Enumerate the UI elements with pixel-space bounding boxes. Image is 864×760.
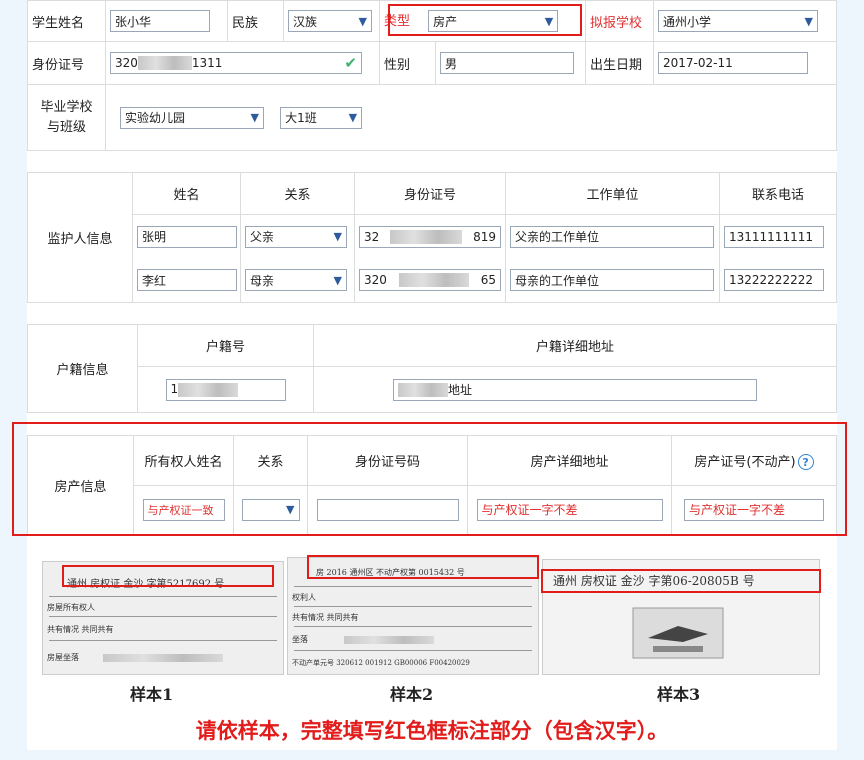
student-name-input[interactable]: 张小华	[110, 10, 210, 32]
form-frame: 学生姓名 张小华 民族 汉族 ▼ 类型 房产 ▼ 拟报学校 通州小学 ▼ 身份证号 3…	[27, 0, 837, 750]
guardian-phone-input[interactable]: 13222222222	[724, 269, 824, 292]
guardian-name-input[interactable]: 李红	[137, 269, 237, 292]
redacted-area	[137, 56, 192, 71]
property-highlight	[12, 422, 847, 536]
sample-2-label: 样本2	[390, 685, 434, 704]
sample-2-highlight	[307, 555, 539, 579]
sample-2-row-1: 权利人	[292, 593, 316, 602]
grad-label-line2: 与班级	[46, 119, 86, 135]
gender-label: 性别	[384, 57, 411, 73]
grad-label-line1: 毕业学校	[40, 99, 93, 115]
sample-1-label: 样本1	[130, 685, 174, 704]
guardian-id-input[interactable]: 320 65	[359, 269, 501, 292]
guardian-header-phone: 联系电话	[751, 188, 804, 203]
household-header-number: 户籍号	[205, 340, 245, 355]
samples-area: 通州 房权证 金沙 字第5217692 号 房屋所有权人 共有情况 共同共有 房…	[27, 555, 837, 750]
guardian-header-work: 工作单位	[586, 188, 639, 203]
sample-2-row-4: 不动产单元号 320612 001912 GB00006 F00420029	[292, 659, 470, 667]
instruction-text: 请依样本，完整填写红色框标注部分（包含汉字）。	[195, 718, 669, 743]
sample-1-row-1: 房屋所有权人	[47, 603, 95, 612]
guardian-table: 监护人信息 姓名 关系 身份证号 工作单位 联系电话 张明 父亲 ▼ 32 819 …	[27, 172, 837, 303]
guardian-header-relation: 关系	[284, 188, 311, 203]
name-label: 学生姓名	[27, 0, 106, 42]
gender-input[interactable]: 男	[440, 52, 574, 74]
type-highlight	[388, 4, 582, 36]
redacted-area	[398, 382, 448, 397]
chevron-down-icon: ▼	[358, 14, 367, 28]
spacer	[27, 151, 837, 172]
class-select[interactable]: 大1班 ▼	[280, 106, 363, 129]
id-label: 身份证号	[32, 57, 85, 73]
chevron-down-icon: ▼	[804, 14, 813, 28]
sample-1-row-2: 共有情况 共同共有	[47, 625, 114, 634]
sample-2-row-3: 坐落	[292, 635, 308, 644]
sample-1-highlight	[62, 565, 274, 587]
guardian-header-name: 姓名	[173, 188, 200, 203]
chevron-down-icon: ▼	[333, 230, 342, 244]
household-address-input[interactable]: 地址	[393, 378, 757, 401]
redacted-area	[398, 273, 469, 288]
chevron-down-icon: ▼	[250, 111, 259, 124]
guardian-section-label: 监护人信息	[47, 232, 113, 247]
guardian-name-input[interactable]: 张明	[137, 225, 237, 248]
ethnicity-label: 民族	[232, 15, 259, 31]
sample-2-row-2: 共有情况 共同共有	[292, 613, 359, 622]
student-id-input[interactable]: 320 1311 ✔	[110, 52, 362, 74]
sample-3-label: 样本3	[657, 685, 701, 704]
birth-label: 出生日期	[590, 57, 643, 73]
spacer	[27, 535, 837, 555]
kindergarten-select[interactable]: 实验幼儿园 ▼	[120, 106, 264, 129]
sample-1-row-3: 房屋坐落	[47, 653, 79, 662]
spacer	[27, 303, 837, 324]
redacted-area	[178, 382, 239, 397]
household-number-input[interactable]: 1	[165, 378, 286, 401]
table-row: 张明 父亲 ▼ 32 819 父亲的工作单位 13111111111	[28, 214, 837, 259]
birth-date-input[interactable]: 2017-02-11	[658, 52, 808, 74]
seal-icon	[632, 607, 724, 659]
sample-3-highlight	[541, 569, 821, 593]
guardian-relation-select[interactable]: 父亲 ▼	[245, 225, 347, 248]
redacted-area	[390, 229, 463, 244]
table-row: 李红 母亲 ▼ 320 65 母亲的工作单位 13222222222	[28, 258, 837, 303]
chevron-down-icon: ▼	[333, 273, 342, 287]
guardian-work-input[interactable]: 父亲的工作单位	[510, 225, 714, 248]
guardian-relation-select[interactable]: 母亲 ▼	[245, 269, 347, 292]
guardian-phone-input[interactable]: 13111111111	[724, 225, 824, 248]
school-label: 拟报学校	[590, 15, 643, 31]
redacted-area	[103, 654, 223, 662]
guardian-header-id: 身份证号	[403, 188, 456, 203]
guardian-id-input[interactable]: 32 819	[359, 225, 501, 248]
redacted-area	[344, 636, 434, 644]
chevron-down-icon: ▼	[348, 111, 358, 124]
household-section-label: 户籍信息	[56, 363, 109, 378]
school-select[interactable]: 通州小学 ▼	[658, 10, 818, 32]
household-table: 户籍信息 户籍号 户籍详细地址 1 地址	[27, 324, 837, 413]
guardian-work-input[interactable]: 母亲的工作单位	[510, 269, 714, 292]
ethnicity-select[interactable]: 汉族 ▼	[288, 10, 372, 32]
check-icon: ✔	[344, 54, 357, 72]
household-header-address: 户籍详细地址	[535, 340, 614, 355]
